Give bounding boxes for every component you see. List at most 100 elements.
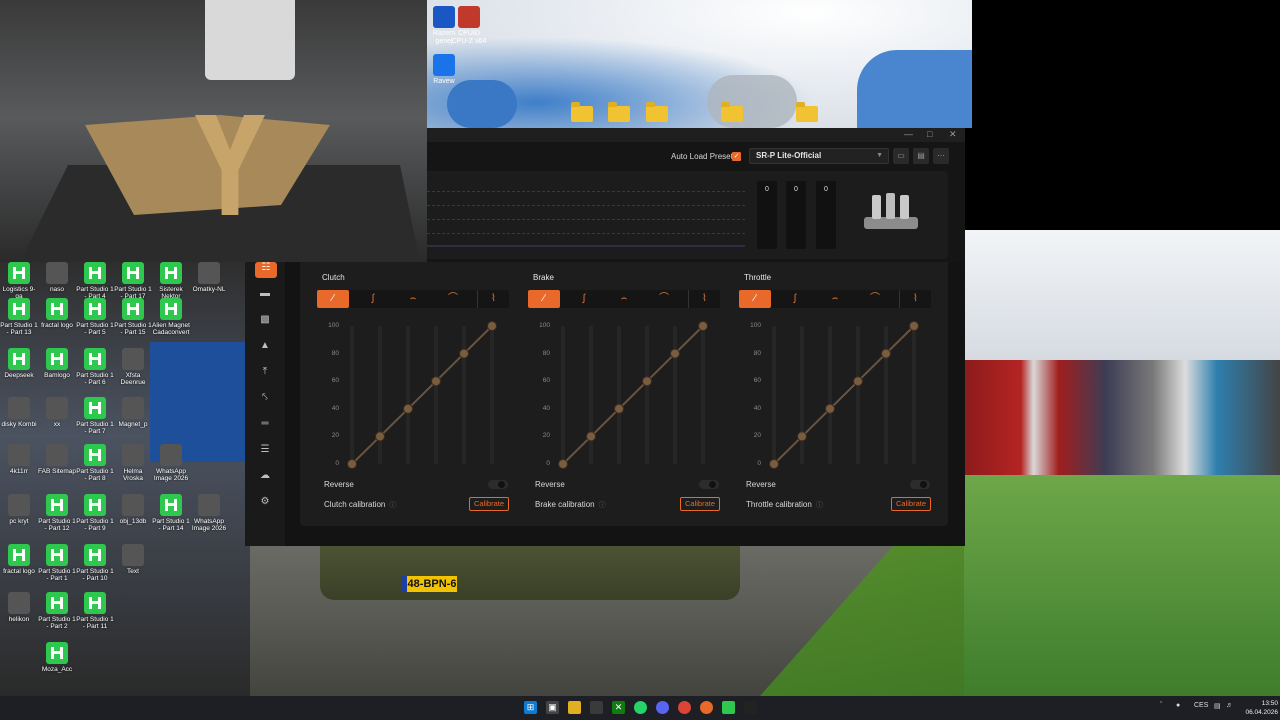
desktop-icon[interactable]: Part Studio 1 - Part 14 (152, 494, 190, 532)
curve-point-handle[interactable] (347, 459, 357, 469)
reverse-toggle[interactable] (699, 480, 719, 489)
pithouse-icon[interactable] (700, 701, 713, 714)
volume-icon[interactable]: ♬ (1226, 702, 1233, 709)
folder-icon[interactable] (721, 102, 743, 122)
curve-point-handle[interactable] (909, 321, 919, 331)
discord-icon[interactable] (656, 701, 669, 714)
curve-point-handle[interactable] (586, 431, 596, 442)
lever-icon[interactable]: ⤒ (259, 366, 271, 378)
curve-point-handle[interactable] (375, 431, 385, 442)
s-curve-icon[interactable]: ∫ (357, 290, 389, 308)
curve-point-handle[interactable] (487, 321, 497, 331)
folder-icon[interactable] (571, 102, 593, 122)
desktop-icon[interactable]: Part Studio 1 - Part 1 (38, 544, 76, 582)
chrome-icon[interactable] (678, 701, 691, 714)
desktop-icon[interactable]: Bamlogo (38, 348, 76, 379)
network-icon[interactable]: ▤ (1214, 702, 1221, 710)
whatsapp-icon[interactable] (634, 701, 647, 714)
desktop-icon[interactable]: Text (114, 544, 152, 575)
desktop-icon[interactable]: Part Studio 1 - Part 5 (76, 298, 114, 336)
calibrate-button[interactable]: Calibrate (469, 497, 509, 511)
desktop-icon[interactable]: Part Studio 1 - Part 6 (76, 348, 114, 386)
moza-icon[interactable] (744, 701, 757, 714)
info-icon[interactable]: ⓘ (389, 502, 396, 509)
xbox-icon[interactable]: ✕ (612, 701, 625, 714)
desktop-icon[interactable]: WhatsApp Image 2026 (152, 444, 190, 482)
desktop-icon[interactable]: Helma Vroska (114, 444, 152, 482)
settings-icon[interactable]: ⚙ (259, 496, 271, 508)
curve-plot[interactable]: 100 80 60 40 20 0 (317, 320, 507, 470)
more-icon[interactable]: ⋯ (933, 148, 949, 164)
desktop-icon[interactable]: Xfsta Deenrue (114, 348, 152, 386)
curve-point-handle[interactable] (797, 431, 807, 442)
desktop-icon[interactable]: Magnet_p (114, 397, 152, 428)
s-curve-icon[interactable]: ∫ (779, 290, 811, 308)
foot-icon[interactable]: ▲ (259, 340, 271, 352)
linear-curve-icon[interactable]: ∕ (317, 290, 349, 308)
library-icon[interactable]: ☰ (259, 444, 271, 456)
calibrate-button[interactable]: Calibrate (891, 497, 931, 511)
linear-curve-icon[interactable]: ∕ (528, 290, 560, 308)
curve-svg[interactable] (317, 320, 507, 470)
log-curve-icon[interactable]: ⌒ (437, 290, 469, 308)
onshape-icon[interactable] (722, 701, 735, 714)
desktop-icon[interactable]: Logistics 9-ga (0, 262, 38, 300)
reverse-toggle[interactable] (910, 480, 930, 489)
save-icon[interactable]: ▤ (913, 148, 929, 164)
desktop-icon[interactable]: disky Kombi (0, 397, 38, 428)
curve-plot[interactable]: 100 80 60 40 20 0 (528, 320, 718, 470)
store-icon[interactable] (590, 701, 603, 714)
delete-preset-icon[interactable]: ▭ (893, 148, 909, 164)
desktop-icon[interactable]: Part Studio 1 - Part 7 (76, 397, 114, 435)
desktop-icon[interactable]: helikon (0, 592, 38, 623)
camera-feed[interactable] (0, 0, 427, 262)
exp-curve-icon[interactable]: ⌢ (608, 290, 640, 308)
folder-icon[interactable] (646, 102, 668, 122)
exp-curve-icon[interactable]: ⌢ (397, 290, 429, 308)
pedal-icon[interactable]: ☷ (255, 262, 277, 278)
curve-point-handle[interactable] (614, 403, 624, 414)
curve-svg[interactable] (739, 320, 929, 470)
curve-plot[interactable]: 100 80 60 40 20 0 (739, 320, 929, 470)
monitor-icon[interactable]: ▬ (259, 288, 271, 300)
curve-point-handle[interactable] (431, 376, 441, 387)
desktop-icon[interactable]: fractal logo (38, 298, 76, 329)
desktop-icon[interactable]: Part Studio 1 - Part 17 (114, 262, 152, 300)
chevron-up-icon[interactable]: ˆ (1160, 702, 1162, 709)
s-curve-icon[interactable]: ∫ (568, 290, 600, 308)
cloud-icon[interactable]: ☁ (259, 470, 271, 482)
custom-curve-icon[interactable]: ⌇ (477, 290, 509, 308)
desktop-icon[interactable]: Part Studio 1 - Part 10 (76, 544, 114, 582)
brake-icon[interactable]: ⤣ (259, 392, 271, 404)
curve-point-handle[interactable] (698, 321, 708, 331)
reverse-toggle[interactable] (488, 480, 508, 489)
custom-curve-icon[interactable]: ⌇ (899, 290, 931, 308)
auto-load-preset-checkbox[interactable]: ✓ (732, 152, 741, 161)
desktop-icon[interactable]: Part Studio 1 - Part 9 (76, 494, 114, 532)
clock[interactable]: 13:50 06.04.2026 (1240, 699, 1278, 717)
info-icon[interactable]: ⓘ (816, 502, 823, 509)
curve-point-handle[interactable] (642, 376, 652, 387)
desktop-icon[interactable]: Ravew (424, 54, 464, 86)
desktop-icon[interactable]: Part Studio 1 - Part 15 (114, 298, 152, 336)
desktop-icon[interactable]: 4k11rr (0, 444, 38, 475)
desktop-icon[interactable]: Alien Magnet Cadaconvert (152, 298, 190, 336)
app-window-titlebar[interactable]: — □ ✕ (427, 128, 965, 142)
start-icon[interactable]: ⊞ (524, 701, 537, 714)
curve-point-handle[interactable] (769, 459, 779, 469)
desktop-icon[interactable]: Part Studio 1 - Part 2 (38, 592, 76, 630)
exp-curve-icon[interactable]: ⌢ (819, 290, 851, 308)
curve-svg[interactable] (528, 320, 718, 470)
desktop-icon[interactable]: pc kryt (0, 494, 38, 525)
preset-select[interactable]: SR-P Lite-Official ▼ (749, 148, 889, 164)
curve-point-handle[interactable] (459, 348, 469, 359)
maximize-icon[interactable]: □ (927, 129, 932, 139)
close-icon[interactable]: ✕ (949, 129, 957, 140)
log-curve-icon[interactable]: ⌒ (859, 290, 891, 308)
desktop-icon[interactable]: Part Studio 1 - Part 12 (38, 494, 76, 532)
desktop-icon[interactable]: xx (38, 397, 76, 428)
desktop-icon[interactable]: FAB Sitemap (38, 444, 76, 475)
desktop-icon[interactable]: Part Studio 1 - Part 4 (76, 262, 114, 300)
curve-point-handle[interactable] (403, 403, 413, 414)
mic-icon[interactable]: ● (1176, 702, 1180, 709)
